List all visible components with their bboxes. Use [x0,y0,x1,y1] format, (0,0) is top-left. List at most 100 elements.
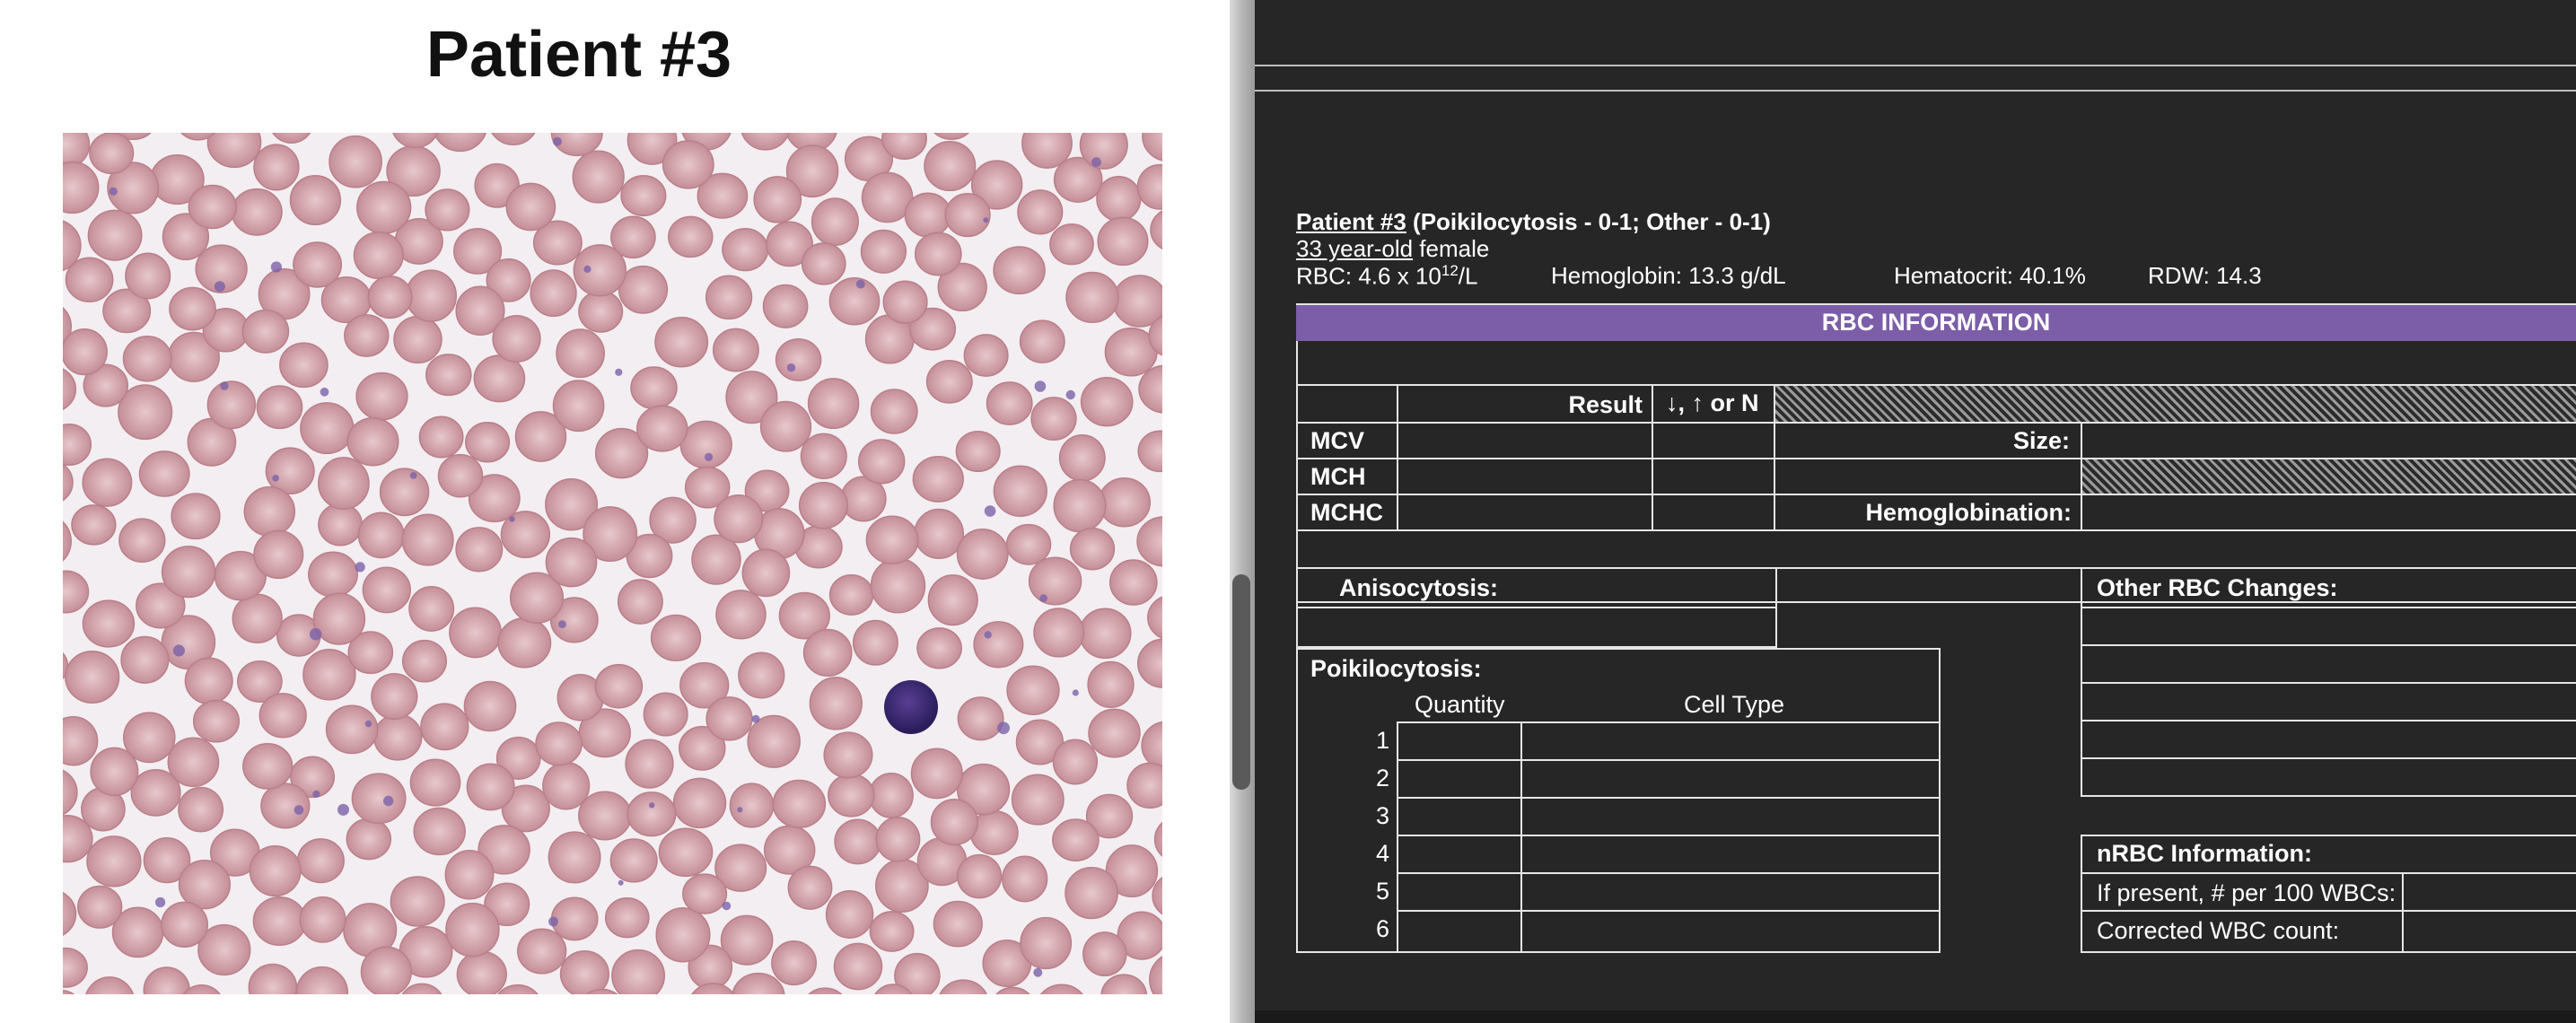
red-blood-cell [444,850,495,900]
red-blood-cell [1052,739,1099,785]
red-blood-cell [630,366,678,410]
red-blood-cell [1079,608,1132,660]
red-blood-cell [425,354,472,397]
red-blood-cell [904,192,952,238]
red-blood-cell [930,799,978,846]
poik-celltype-input[interactable] [1520,721,1941,761]
red-blood-cell [682,873,728,914]
other-rbc-row-2[interactable] [2081,644,2576,684]
poik-quantity-input[interactable] [1397,721,1522,761]
case-header-rest: (Poikilocytosis - 0-1; Other - 0-1) [1406,208,1771,235]
poik-quantity-input[interactable] [1397,910,1522,953]
red-blood-cell [626,791,677,837]
poik-celltype-input[interactable] [1520,759,1941,799]
red-blood-cell [63,947,88,988]
red-blood-cell [868,772,914,818]
other-rbc-row-3[interactable] [2081,682,2576,721]
poik-celltype-input[interactable] [1520,872,1941,912]
red-blood-cell [231,188,283,236]
poik-row-num: 5 [1375,878,1389,905]
red-blood-cell [1136,516,1162,567]
red-blood-cell [1126,762,1162,809]
red-blood-cell [869,911,915,952]
mcv-result-input[interactable] [1397,422,1653,459]
red-blood-cell [1053,478,1107,533]
red-blood-cell [722,227,769,272]
red-blood-cell [371,673,418,721]
platelet [855,279,865,289]
mchc-direction-input[interactable] [1652,494,1775,531]
hemoglobination-input[interactable] [2081,494,2576,531]
red-blood-cell [356,180,412,234]
red-blood-cell [865,515,919,564]
patient-link[interactable]: Patient #3 [1296,208,1406,235]
red-blood-cell [289,174,342,226]
red-blood-cell [445,902,500,957]
red-blood-cell [299,896,346,943]
other-rbc-row-5[interactable] [2081,757,2576,797]
rbc-count-unit: /L [1458,262,1478,290]
mcv-direction-input[interactable] [1652,422,1775,459]
red-blood-cell [609,838,658,883]
rbc-banner: RBC INFORMATION [1296,305,2576,341]
red-blood-cell [90,747,139,797]
other-rbc-header: Other RBC Changes: [2081,567,2576,608]
poik-quantity-input[interactable] [1397,797,1522,836]
red-blood-cell [409,758,461,807]
age-link[interactable]: 33 year-old [1296,235,1413,262]
red-blood-cell [1147,596,1162,640]
other-rbc-row-1[interactable] [2081,607,2576,646]
mch-label-cell: MCH [1296,458,1398,495]
red-blood-cell [279,342,329,389]
red-blood-cell [318,503,364,546]
poik-celltype-input[interactable] [1520,910,1941,953]
result-header: Result [1568,391,1643,418]
red-blood-cell [572,150,625,204]
red-blood-cell [312,592,366,645]
platelet [786,363,796,372]
poik-celltype-input[interactable] [1520,797,1941,836]
nrbc-per100-label: If present, # per 100 WBCs: [2097,879,2396,906]
red-blood-cell [1011,774,1065,826]
red-blood-cell [870,557,926,614]
nrbc-header: nRBC Information: [2081,835,2576,874]
red-blood-cell [63,368,77,411]
red-blood-cell [390,876,445,927]
other-rbc-row-4[interactable] [2081,720,2576,759]
size-input[interactable] [2081,422,2576,459]
scrollbar-thumb[interactable] [1232,574,1250,790]
red-blood-cell [993,465,1047,517]
mch-direction-input[interactable] [1652,458,1775,495]
nrbc-per100-input[interactable] [2402,872,2576,912]
mch-result-input[interactable] [1397,458,1653,495]
red-blood-cell [620,175,667,217]
red-blood-cell [823,731,873,779]
anisocytosis-cell[interactable]: Anisocytosis: [1296,567,1777,608]
window-divider[interactable] [1230,0,1255,1023]
red-blood-cell [762,284,809,328]
red-blood-cell [882,280,928,324]
platelet [615,368,623,376]
poik-quantity-input[interactable] [1397,872,1522,912]
poik-celltype-input[interactable] [1520,835,1941,874]
corrected-wbc-input[interactable] [2402,910,2576,953]
poik-quantity-input[interactable] [1397,835,1522,874]
red-blood-cell [1052,818,1100,861]
red-blood-cell [253,529,304,580]
red-blood-cell [242,743,294,790]
red-blood-cell [712,328,759,372]
rdw-value: RDW: 14.3 [2148,262,2262,289]
red-blood-cell [434,133,486,153]
other-rbc-label: Other RBC Changes: [2097,574,2338,601]
platelet [1034,380,1047,392]
red-blood-cell [654,316,709,368]
red-blood-cell [1088,708,1141,758]
platelet [409,472,417,479]
red-blood-cell [548,831,601,884]
red-blood-cell [986,381,1033,425]
mchc-result-input[interactable] [1397,494,1653,531]
red-blood-cell [401,639,448,683]
red-blood-cell [455,527,504,573]
case-header: Patient #3 (Poikilocytosis - 0-1; Other … [1296,208,1771,236]
poik-quantity-input[interactable] [1397,759,1522,799]
